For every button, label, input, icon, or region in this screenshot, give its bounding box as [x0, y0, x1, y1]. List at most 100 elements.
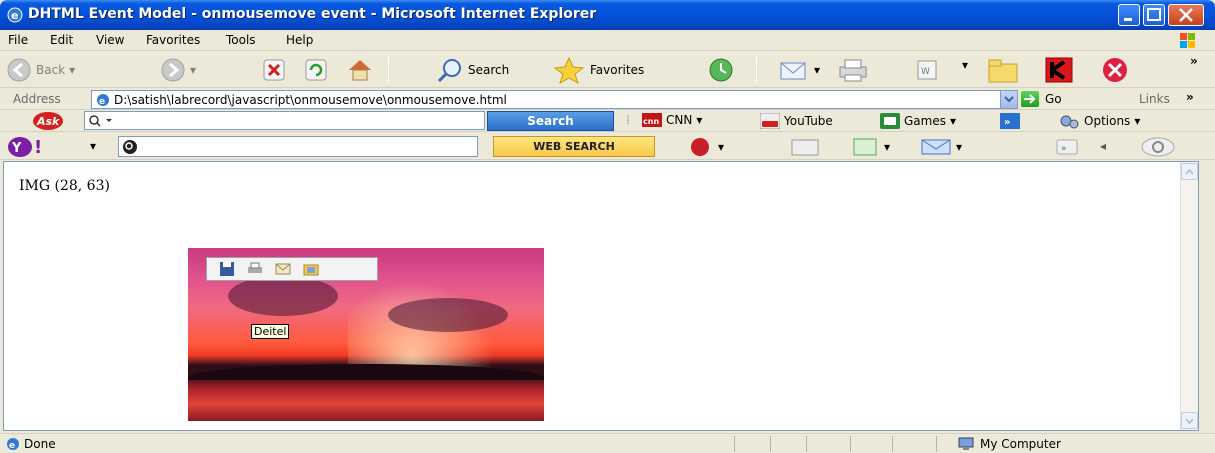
home-icon [349, 60, 371, 81]
svg-text:cnn: cnn [643, 117, 659, 126]
search-dropdown-icon[interactable] [88, 114, 116, 128]
menu-bar: File Edit View Favorites Tools Help [0, 30, 1215, 51]
menu-file[interactable]: File [8, 33, 28, 47]
cnn-button[interactable]: cnn CNN ▾ [642, 113, 702, 127]
folder-button[interactable] [986, 56, 1020, 84]
edit-button[interactable]: W [914, 58, 940, 82]
menu-help[interactable]: Help [286, 33, 313, 47]
minimize-button[interactable] [1118, 4, 1140, 26]
ask-search-button[interactable]: Search [487, 111, 614, 131]
more-tools-icon[interactable]: » [1000, 113, 1020, 129]
toolbar-chevron[interactable]: » [1190, 54, 1198, 68]
antispy-button[interactable]: ▾ [686, 137, 724, 157]
scroll-up-button[interactable] [1181, 163, 1198, 180]
stop-icon [263, 59, 285, 81]
mail-icon[interactable] [275, 261, 291, 277]
settings-icon[interactable] [1140, 136, 1176, 158]
scroll-left-icon[interactable]: ◂ [1100, 139, 1106, 153]
svg-text:»: » [1004, 117, 1010, 128]
star-icon [553, 56, 585, 84]
more-icon: » [1190, 54, 1198, 68]
edit-dropdown[interactable]: ▾ [962, 58, 968, 72]
kaspersky-icon [1045, 57, 1073, 83]
forward-arrow-icon [161, 58, 185, 82]
forward-button[interactable]: ▾ [160, 57, 196, 83]
ask-search-input[interactable] [84, 111, 485, 130]
menu-edit[interactable]: Edit [50, 33, 73, 47]
web-search-button[interactable]: WEB SEARCH [493, 136, 655, 157]
svg-text:!: ! [34, 137, 42, 158]
history-icon [709, 58, 733, 82]
close-button[interactable] [1168, 4, 1204, 26]
cnn-icon: cnn [642, 113, 662, 127]
mail-icon [780, 62, 806, 80]
back-dropdown-icon[interactable]: ▾ [69, 63, 75, 77]
shield-icon [691, 138, 709, 156]
bookmark-icon[interactable] [790, 137, 820, 157]
address-label: Address [13, 92, 61, 106]
save-icon[interactable] [219, 261, 235, 277]
back-arrow-icon [7, 58, 31, 82]
blocker-button[interactable] [1100, 56, 1130, 84]
stop-button[interactable] [262, 58, 286, 82]
chevron-down-icon: ▾ [696, 113, 703, 127]
mail-icon [921, 139, 951, 155]
svg-text:W: W [921, 67, 930, 77]
youtube-button[interactable]: YouTube [760, 113, 833, 129]
menu-view[interactable]: View [96, 33, 124, 47]
yahoo-search-input[interactable] [118, 136, 478, 157]
expand-icon[interactable]: » [1056, 139, 1078, 155]
status-divider [770, 436, 771, 452]
games-label: Games [904, 114, 946, 128]
games-button[interactable]: Games ▾ [880, 113, 956, 129]
sunset-image[interactable]: Deitel [188, 248, 544, 421]
status-divider [936, 436, 937, 452]
menu-tools[interactable]: Tools [226, 33, 256, 47]
search-button[interactable]: Search [436, 57, 509, 83]
scroll-down-button[interactable] [1181, 412, 1198, 429]
status-divider [806, 436, 807, 452]
print-button[interactable] [836, 57, 870, 83]
options-button[interactable]: Options ▾ [1058, 113, 1140, 129]
chevron-down-icon [1004, 96, 1014, 103]
title-bar[interactable]: e DHTML Event Model - onmousemove event … [0, 0, 1215, 30]
go-label[interactable]: Go [1045, 92, 1062, 106]
folder-icon[interactable] [303, 261, 319, 277]
search-icon [437, 59, 461, 83]
svg-text:e: e [11, 9, 18, 22]
alerts-button[interactable]: ▾ [852, 137, 890, 157]
chevron-down-icon: ▾ [949, 114, 957, 128]
mail-dropdown-icon[interactable]: ▾ [814, 63, 820, 77]
favorites-label: Favorites [590, 63, 645, 77]
vertical-scrollbar[interactable] [1180, 162, 1198, 430]
forward-dropdown-icon[interactable]: ▾ [190, 63, 196, 77]
maximize-button[interactable] [1143, 4, 1165, 26]
kaspersky-button[interactable] [1044, 56, 1074, 84]
back-button[interactable]: Back ▾ [6, 57, 75, 83]
links-label[interactable]: Links [1139, 92, 1170, 106]
go-button[interactable] [1021, 91, 1039, 107]
yahoo-logo-icon[interactable]: Y! [6, 136, 54, 158]
mouse-coordinates-text: IMG (28, 63) [19, 178, 110, 194]
ask-toolbar: Ask Search ⁞ cnn CNN ▾ YouTube Games ▾ »… [0, 110, 1215, 132]
gear-icon [1060, 115, 1079, 129]
toolbar-separator [756, 57, 757, 83]
mail-button[interactable]: ▾ [778, 57, 820, 83]
svg-text:»: » [1061, 144, 1067, 154]
address-dropdown-button[interactable] [1000, 91, 1017, 108]
yahoo-dropdown-icon[interactable]: ▾ [90, 139, 96, 153]
home-button[interactable] [346, 56, 374, 84]
ask-logo-icon[interactable]: Ask [32, 111, 64, 131]
links-more-icon[interactable]: » [1186, 90, 1194, 104]
history-button[interactable] [704, 57, 738, 83]
ie-icon: e [6, 6, 24, 24]
address-input[interactable]: e D:\satish\labrecord\javascript\onmouse… [91, 90, 1018, 109]
yahoo-mail-button[interactable]: ▾ [920, 137, 962, 157]
svg-text:Y: Y [11, 141, 22, 156]
menu-favorites[interactable]: Favorites [146, 33, 200, 47]
yahoo-toolbar: Y! ▾ WEB SEARCH ▾ ▾ ▾ » ◂ [0, 133, 1215, 160]
refresh-button[interactable] [304, 58, 328, 82]
favorites-button[interactable]: Favorites [552, 56, 644, 84]
computer-icon [958, 437, 974, 450]
print-icon[interactable] [247, 261, 263, 277]
